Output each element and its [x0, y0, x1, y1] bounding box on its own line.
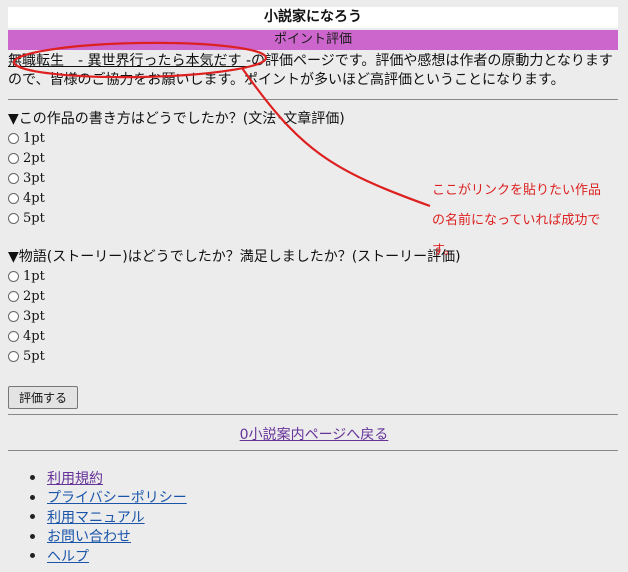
terms-link[interactable]: 利用規約	[47, 468, 103, 488]
option-label: 1pt	[23, 268, 45, 284]
radio-button[interactable]	[8, 192, 19, 204]
rating-option[interactable]: 4pt	[8, 326, 45, 346]
question-1-options: 1pt 2pt 3pt 4pt 5pt	[8, 128, 45, 228]
question-2-options: 1pt 2pt 3pt 4pt 5pt	[8, 266, 45, 366]
radio-button[interactable]	[8, 290, 19, 302]
question-2-label: ▼物語(ストーリー)はどうでしたか？満足しましたか？(ストーリー評価)	[8, 249, 461, 265]
rating-option[interactable]: 3pt	[8, 306, 45, 326]
bullet-icon	[30, 533, 35, 539]
option-label: 3pt	[23, 170, 45, 186]
bullet-icon	[30, 514, 35, 520]
radio-button[interactable]	[8, 330, 19, 342]
radio-button[interactable]	[8, 212, 19, 224]
divider	[8, 414, 618, 415]
help-link[interactable]: ヘルプ	[47, 546, 89, 566]
annotation-note: ここがリンクを貼りたい作品 の名前になっていれば成功で す。	[432, 176, 628, 266]
rating-option[interactable]: 4pt	[8, 188, 45, 208]
radio-button[interactable]	[8, 350, 19, 362]
option-label: 2pt	[23, 150, 45, 166]
bullet-icon	[30, 553, 35, 559]
list-item: プライバシーポリシー	[30, 488, 187, 508]
rating-option[interactable]: 5pt	[8, 208, 45, 228]
list-item: 利用規約	[30, 468, 187, 488]
rating-option[interactable]: 1pt	[8, 128, 45, 148]
rating-option[interactable]: 5pt	[8, 346, 45, 366]
radio-button[interactable]	[8, 132, 19, 144]
option-label: 5pt	[23, 210, 45, 226]
manual-link[interactable]: 利用マニュアル	[47, 507, 145, 527]
option-label: 5pt	[23, 348, 45, 364]
back-link-container: 0小説案内ページへ戻る	[0, 424, 628, 444]
annotation-line: ここがリンクを貼りたい作品	[432, 183, 602, 198]
option-label: 3pt	[23, 308, 45, 324]
divider	[8, 99, 618, 100]
radio-button[interactable]	[8, 310, 19, 322]
contact-link[interactable]: お問い合わせ	[47, 526, 131, 546]
footer-links: 利用規約 プライバシーポリシー 利用マニュアル お問い合わせ ヘルプ	[30, 468, 187, 566]
rating-option[interactable]: 1pt	[8, 266, 45, 286]
rating-option[interactable]: 2pt	[8, 286, 45, 306]
question-1-label: ▼この作品の書き方はどうでしたか？(文法･文章評価)	[8, 111, 345, 127]
list-item: 利用マニュアル	[30, 507, 187, 527]
privacy-policy-link[interactable]: プライバシーポリシー	[47, 487, 187, 507]
list-item: ヘルプ	[30, 546, 187, 566]
annotation-line: す。	[432, 243, 457, 258]
intro-text: 無職転生 - 異世界行ったら本気だす -の評価ページです。評価や感想は作者の原動…	[8, 52, 618, 90]
site-title: 小説家になろう	[8, 7, 618, 28]
divider	[8, 450, 618, 451]
page-subtitle-bar: ポイント評価	[8, 30, 618, 50]
bullet-icon	[30, 475, 35, 481]
submit-rating-button[interactable]: 評価する	[8, 386, 78, 409]
radio-button[interactable]	[8, 270, 19, 282]
rating-option[interactable]: 2pt	[8, 148, 45, 168]
option-label: 4pt	[23, 328, 45, 344]
radio-button[interactable]	[8, 172, 19, 184]
annotation-line: の名前になっていれば成功で	[432, 213, 601, 228]
bullet-icon	[30, 494, 35, 500]
back-to-novel-link[interactable]: 0小説案内ページへ戻る	[240, 427, 389, 443]
radio-button[interactable]	[8, 152, 19, 164]
option-label: 4pt	[23, 190, 45, 206]
rating-option[interactable]: 3pt	[8, 168, 45, 188]
option-label: 1pt	[23, 130, 45, 146]
list-item: お問い合わせ	[30, 527, 187, 547]
option-label: 2pt	[23, 288, 45, 304]
novel-title-link[interactable]: 無職転生 - 異世界行ったら本気だす -	[8, 53, 251, 69]
